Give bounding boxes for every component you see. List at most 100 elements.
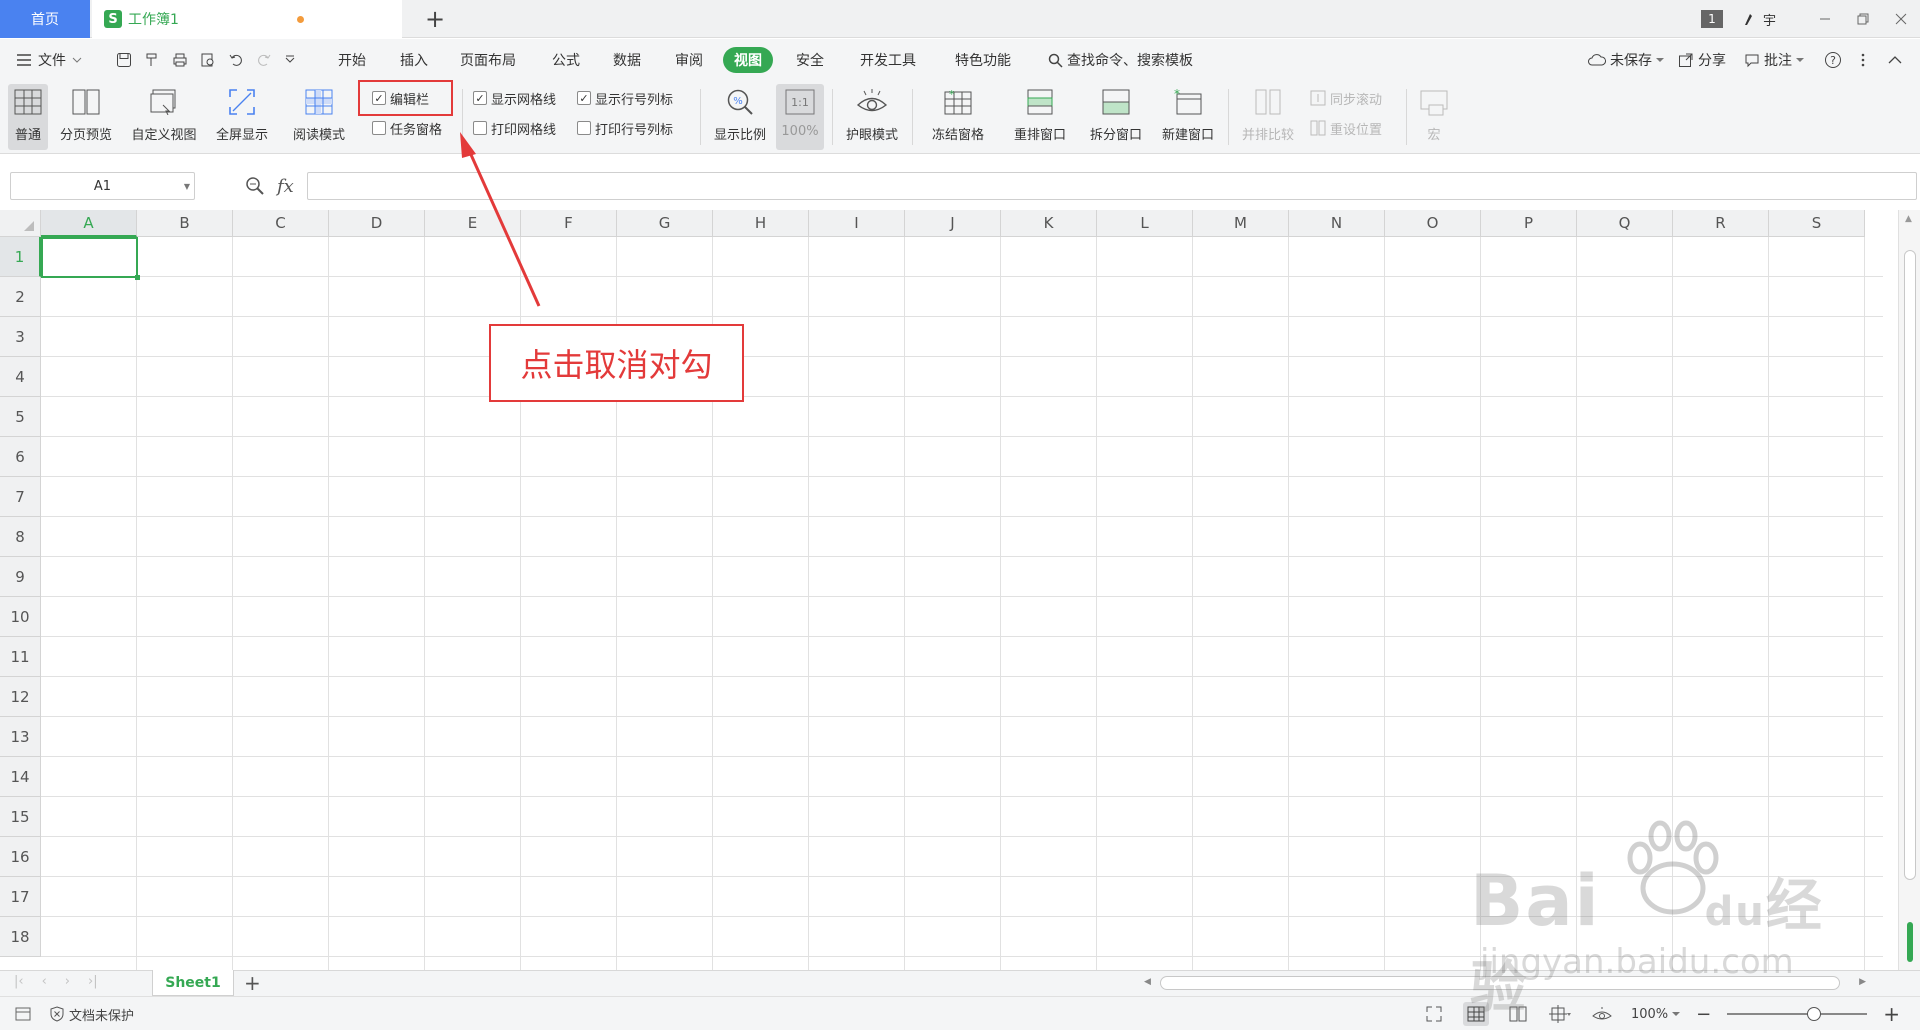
row-header[interactable]: 6 xyxy=(0,437,41,477)
active-cell[interactable] xyxy=(41,237,140,280)
column-header[interactable]: P xyxy=(1481,210,1577,237)
collapse-ribbon-button[interactable] xyxy=(1888,39,1902,81)
row-header[interactable]: 8 xyxy=(0,517,41,557)
column-header[interactable]: C xyxy=(233,210,329,237)
row-header[interactable]: 12 xyxy=(0,677,41,717)
sheet-tab-sheet1[interactable]: Sheet1 xyxy=(152,970,234,996)
scroll-left-icon[interactable]: ◀ xyxy=(1144,977,1151,987)
column-header[interactable]: O xyxy=(1385,210,1481,237)
task-pane-checkbox[interactable]: 任务窗格 xyxy=(372,117,442,139)
print-preview-icon[interactable] xyxy=(200,52,216,68)
print-gridlines-checkbox[interactable]: 打印网格线 xyxy=(473,117,556,139)
column-header[interactable]: L xyxy=(1097,210,1193,237)
next-sheet-icon[interactable]: › xyxy=(65,974,70,989)
fullscreen-view-button[interactable] xyxy=(1421,1002,1447,1026)
command-search[interactable]: 查找命令、搜索模板 xyxy=(1048,39,1193,81)
fullscreen-button[interactable]: 全屏显示 xyxy=(210,84,274,150)
scroll-up-icon[interactable]: ▲ xyxy=(1905,214,1912,224)
help-button[interactable]: ? xyxy=(1824,39,1842,81)
zoom-button[interactable]: % 显示比例 xyxy=(708,84,772,150)
column-header[interactable]: A xyxy=(41,210,137,237)
menu-tab-insert[interactable]: 插入 xyxy=(400,39,428,81)
arrange-windows-button[interactable]: 重排窗口 xyxy=(1002,84,1078,150)
menu-tab-security[interactable]: 安全 xyxy=(796,39,824,81)
undo-icon[interactable] xyxy=(228,52,244,68)
row-header[interactable]: 10 xyxy=(0,597,41,637)
row-header[interactable]: 2 xyxy=(0,277,41,317)
row-header[interactable]: 1 xyxy=(0,237,41,277)
minimize-button[interactable] xyxy=(1806,0,1844,38)
freeze-panes-button[interactable]: * 冻结窗格 xyxy=(920,84,996,150)
select-all-corner[interactable] xyxy=(0,210,41,237)
macro-button[interactable]: 宏 xyxy=(1414,84,1454,150)
column-header[interactable]: J xyxy=(905,210,1001,237)
macro-record-icon[interactable] xyxy=(14,1006,32,1022)
scroll-right-icon[interactable]: ▶ xyxy=(1859,977,1866,987)
custom-view-button[interactable]: 自定义视图 xyxy=(126,84,202,150)
row-header[interactable]: 18 xyxy=(0,917,41,957)
menu-tab-page-layout[interactable]: 页面布局 xyxy=(460,39,516,81)
document-tab[interactable]: S 工作簿1 xyxy=(92,0,402,38)
insert-function-button[interactable]: fx xyxy=(277,176,294,197)
first-sheet-icon[interactable]: |‹ xyxy=(14,974,24,989)
user-account[interactable]: 宇 xyxy=(1741,10,1776,29)
row-header[interactable]: 16 xyxy=(0,837,41,877)
column-header[interactable]: D xyxy=(329,210,425,237)
menu-tab-special[interactable]: 特色功能 xyxy=(955,39,1011,81)
vertical-scrollbar[interactable]: ▲ xyxy=(1898,210,1920,970)
normal-view-button[interactable]: 普通 xyxy=(8,84,48,150)
share-button[interactable]: 分享 xyxy=(1678,39,1726,81)
column-header[interactable]: H xyxy=(713,210,809,237)
vertical-scroll-thumb[interactable] xyxy=(1904,250,1916,880)
name-box[interactable]: A1 ▼ xyxy=(10,172,195,200)
last-sheet-icon[interactable]: ›| xyxy=(88,974,98,989)
zoom-in-button[interactable]: + xyxy=(1883,1002,1900,1026)
comment-button[interactable]: 批注 xyxy=(1744,39,1804,81)
row-header[interactable]: 3 xyxy=(0,317,41,357)
menu-tab-formulas[interactable]: 公式 xyxy=(552,39,580,81)
row-header[interactable]: 9 xyxy=(0,557,41,597)
row-header[interactable]: 17 xyxy=(0,877,41,917)
split-window-button[interactable]: 拆分窗口 xyxy=(1084,84,1148,150)
row-header[interactable]: 11 xyxy=(0,637,41,677)
customize-toolbar-icon[interactable] xyxy=(284,54,296,66)
new-window-button[interactable]: * 新建窗口 xyxy=(1156,84,1220,150)
column-header[interactable]: B xyxy=(137,210,233,237)
row-header[interactable]: 13 xyxy=(0,717,41,757)
menu-tab-developer[interactable]: 开发工具 xyxy=(860,39,916,81)
menu-tab-data[interactable]: 数据 xyxy=(613,39,641,81)
row-header[interactable]: 14 xyxy=(0,757,41,797)
formula-input[interactable] xyxy=(307,172,1917,200)
page-break-preview-button[interactable]: 分页预览 xyxy=(54,84,118,150)
menu-tab-start[interactable]: 开始 xyxy=(338,39,366,81)
row-header[interactable]: 4 xyxy=(0,357,41,397)
close-button[interactable] xyxy=(1882,0,1920,38)
column-header[interactable]: F xyxy=(521,210,617,237)
unsaved-cloud-button[interactable]: 未保存 xyxy=(1588,39,1664,81)
column-header[interactable]: N xyxy=(1289,210,1385,237)
window-count-badge[interactable]: 1 xyxy=(1700,10,1723,28)
show-gridlines-checkbox[interactable]: ✓ 显示网格线 xyxy=(473,87,556,109)
document-protection-status[interactable]: 文档未保护 xyxy=(50,1005,134,1024)
column-header[interactable]: Q xyxy=(1577,210,1673,237)
more-button[interactable] xyxy=(1860,39,1866,81)
prev-sheet-icon[interactable]: ‹ xyxy=(42,974,47,989)
show-headers-checkbox[interactable]: ✓ 显示行号列标 xyxy=(577,87,673,109)
column-header[interactable]: G xyxy=(617,210,713,237)
reading-mode-button[interactable]: 阅读模式 xyxy=(282,84,356,150)
column-header[interactable]: I xyxy=(809,210,905,237)
column-header[interactable]: R xyxy=(1673,210,1769,237)
zoom-formula-icon[interactable] xyxy=(245,176,265,196)
print-headers-checkbox[interactable]: 打印行号列标 xyxy=(577,117,673,139)
column-header[interactable]: E xyxy=(425,210,521,237)
home-tab[interactable]: 首页 xyxy=(0,0,90,38)
zoom-100-button[interactable]: 1:1 100% xyxy=(776,84,824,150)
menu-tab-review[interactable]: 审阅 xyxy=(675,39,703,81)
row-header[interactable]: 15 xyxy=(0,797,41,837)
redo-icon[interactable] xyxy=(256,52,272,68)
format-painter-icon[interactable] xyxy=(144,52,160,68)
column-header[interactable]: S xyxy=(1769,210,1865,237)
eye-mode-button[interactable]: 护眼模式 xyxy=(840,84,904,150)
reset-position-button[interactable]: 重设位置 xyxy=(1310,117,1382,139)
restore-button[interactable] xyxy=(1844,0,1882,38)
